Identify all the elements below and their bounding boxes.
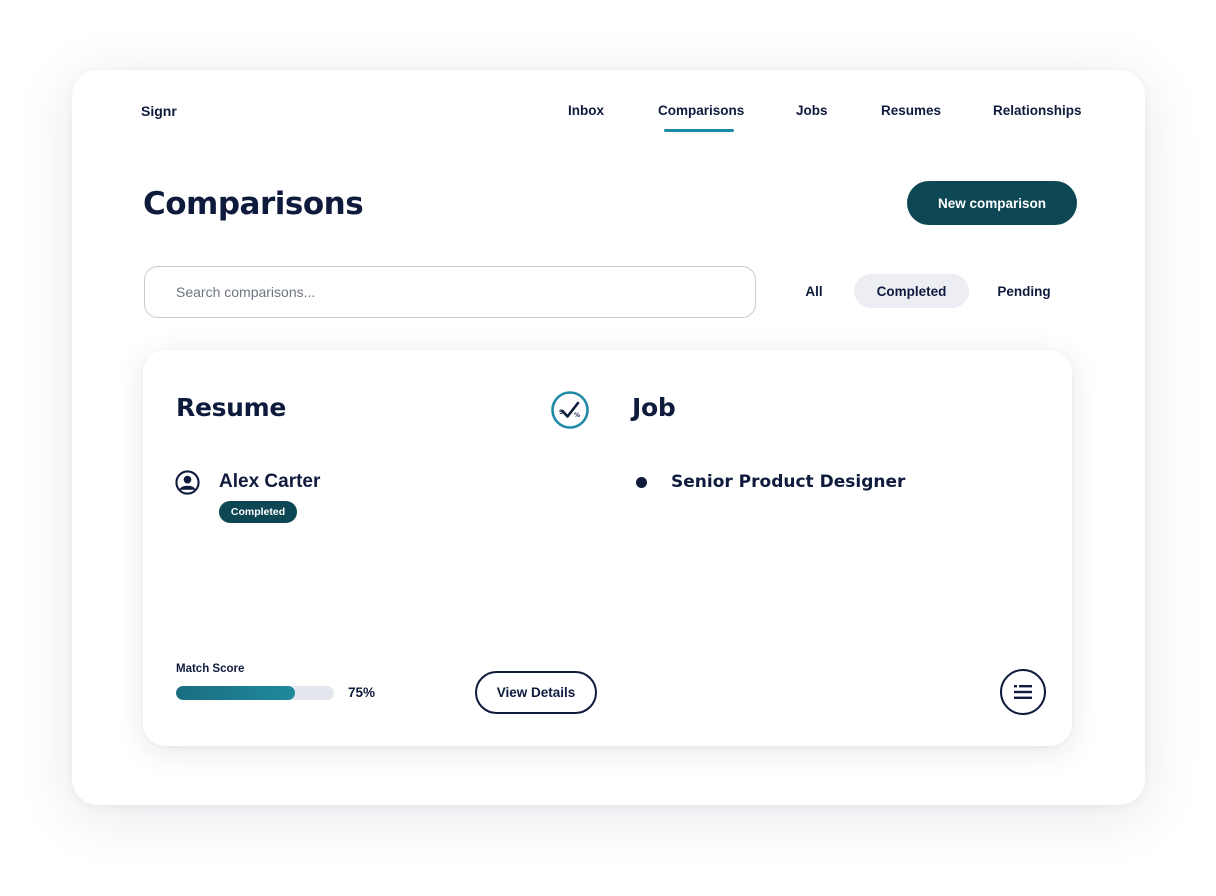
match-score-bar [176,686,334,700]
comparison-card: Resume 9 % Job Alex Carter Completed Sen… [143,350,1072,746]
match-score-fill [176,686,295,700]
job-heading: Job [632,393,676,422]
user-icon [175,470,200,495]
active-nav-indicator [664,129,734,132]
nav-item-inbox[interactable]: Inbox [568,103,604,118]
app-window: Signr Inbox Comparisons Jobs Resumes Rel… [72,70,1145,805]
nav-item-jobs[interactable]: Jobs [796,103,828,118]
candidate-name[interactable]: Alex Carter [219,471,320,493]
search-box [144,266,756,318]
status-badge: Completed [219,501,297,523]
filter-completed[interactable]: Completed [854,274,969,308]
filter-pending[interactable]: Pending [989,274,1059,308]
new-comparison-button[interactable]: New comparison [907,181,1077,225]
resume-heading: Resume [176,393,287,422]
svg-text:%: % [574,412,580,419]
filter-all[interactable]: All [794,274,834,308]
view-details-button[interactable]: View Details [475,671,597,714]
match-score-label: Match Score [176,663,245,675]
list-button[interactable] [1000,669,1046,715]
nav-item-comparisons[interactable]: Comparisons [658,103,744,118]
search-input[interactable] [176,284,755,300]
svg-text:9: 9 [559,408,564,416]
job-bullet [636,477,647,488]
match-score-value: 75% [348,685,376,700]
nav-item-relationships[interactable]: Relationships [993,103,1082,118]
job-title[interactable]: Senior Product Designer [671,472,905,492]
nav-item-resumes[interactable]: Resumes [881,103,941,118]
page-title: Comparisons [143,186,364,222]
check-percent-icon: 9 % [551,391,589,429]
list-icon [1014,685,1032,699]
top-nav: Inbox Comparisons Jobs Resumes Relations… [72,103,1145,133]
